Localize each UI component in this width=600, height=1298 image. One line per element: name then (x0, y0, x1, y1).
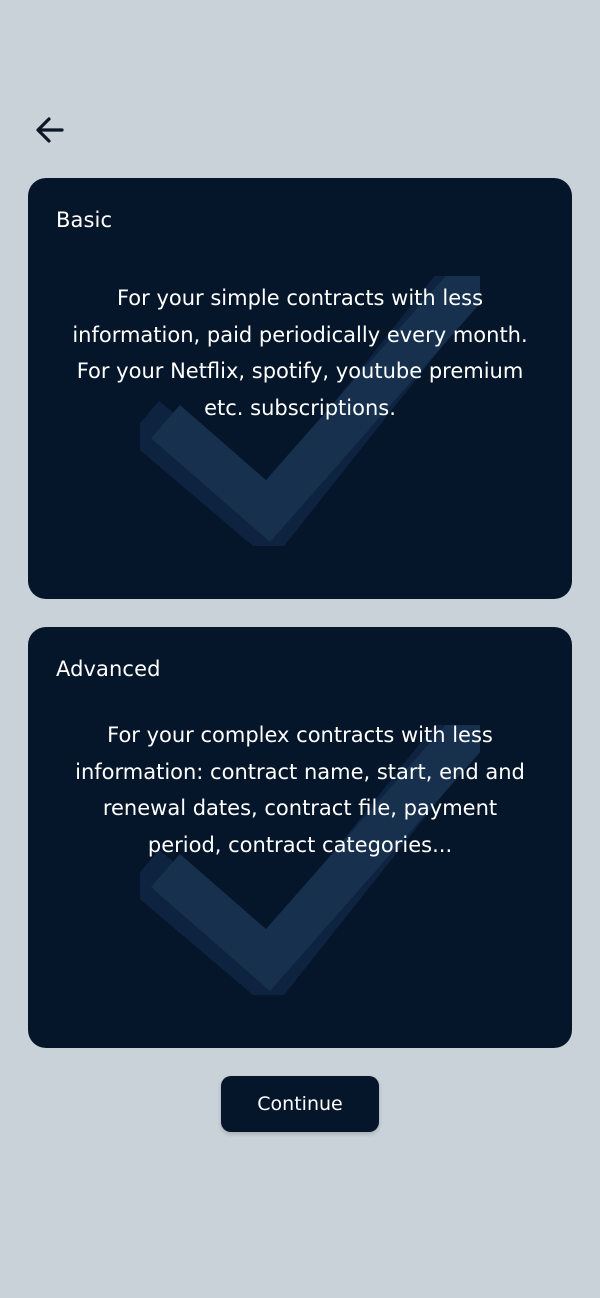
card-title: Advanced (56, 657, 161, 681)
card-description: For your simple contracts with less info… (72, 286, 528, 420)
back-button[interactable] (28, 108, 72, 152)
card-title: Basic (56, 208, 113, 232)
arrow-left-icon (36, 117, 64, 143)
continue-button[interactable]: Continue (221, 1076, 379, 1132)
card-description: For your complex contracts with less inf… (75, 723, 525, 857)
plan-card-basic[interactable]: Basic For your simple contracts with les… (28, 178, 572, 599)
plan-card-advanced[interactable]: Advanced For your complex contracts with… (28, 627, 572, 1048)
